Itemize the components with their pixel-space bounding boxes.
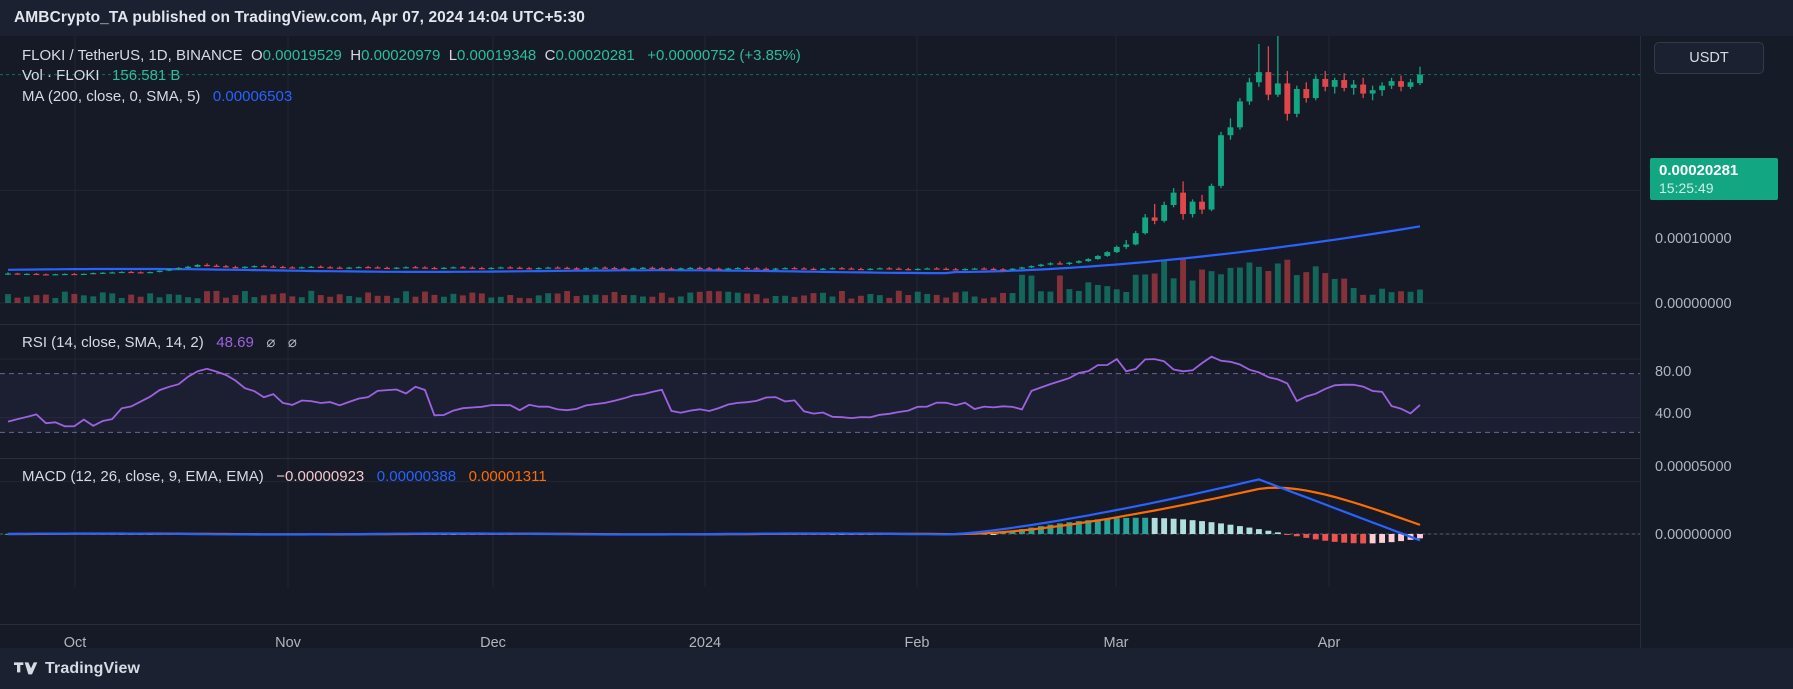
price-pane[interactable]: FLOKI / TetherUS, 1D, BINANCE O 0.000195…	[0, 36, 1640, 324]
price-tick-0.00010000: 0.00010000	[1655, 231, 1732, 247]
attribution-bar: AMBCrypto_TA published on TradingView.co…	[0, 0, 1793, 36]
tradingview-wordmark: TradingView	[45, 659, 141, 677]
currency-unit-button[interactable]: USDT	[1654, 42, 1764, 74]
tradingview-logo[interactable]: TradingView	[14, 660, 140, 678]
rsi-pane[interactable]: RSI (14, close, SMA, 14, 2) 48.69 ⌀ ⌀	[0, 325, 1640, 458]
macd-tick-0.00005000: 0.00005000	[1655, 459, 1732, 475]
price-axis[interactable]: USDT 0.00020281 15:25:49 0.00010000 0.00…	[1640, 36, 1793, 648]
footer-bar: TradingView	[0, 648, 1793, 689]
macd-tick-0.00000000: 0.00000000	[1655, 527, 1732, 543]
rsi-tick-80: 80.00	[1655, 364, 1692, 380]
chart-frame[interactable]: FLOKI / TetherUS, 1D, BINANCE O 0.000195…	[0, 36, 1793, 651]
tradingview-chart-screenshot: AMBCrypto_TA published on TradingView.co…	[0, 0, 1793, 689]
macd-pane[interactable]: MACD (12, 26, close, 9, EMA, EMA) −0.000…	[0, 459, 1640, 587]
current-price-value: 0.00020281	[1659, 162, 1739, 180]
tradingview-mark-icon	[14, 661, 38, 674]
attribution-text: AMBCrypto_TA published on TradingView.co…	[14, 9, 586, 26]
rsi-tick-40: 40.00	[1655, 406, 1692, 422]
current-price-badge: 0.00020281 15:25:49	[1650, 158, 1778, 200]
bar-countdown: 15:25:49	[1659, 179, 1714, 196]
price-tick-0.00000000: 0.00000000	[1655, 296, 1732, 312]
